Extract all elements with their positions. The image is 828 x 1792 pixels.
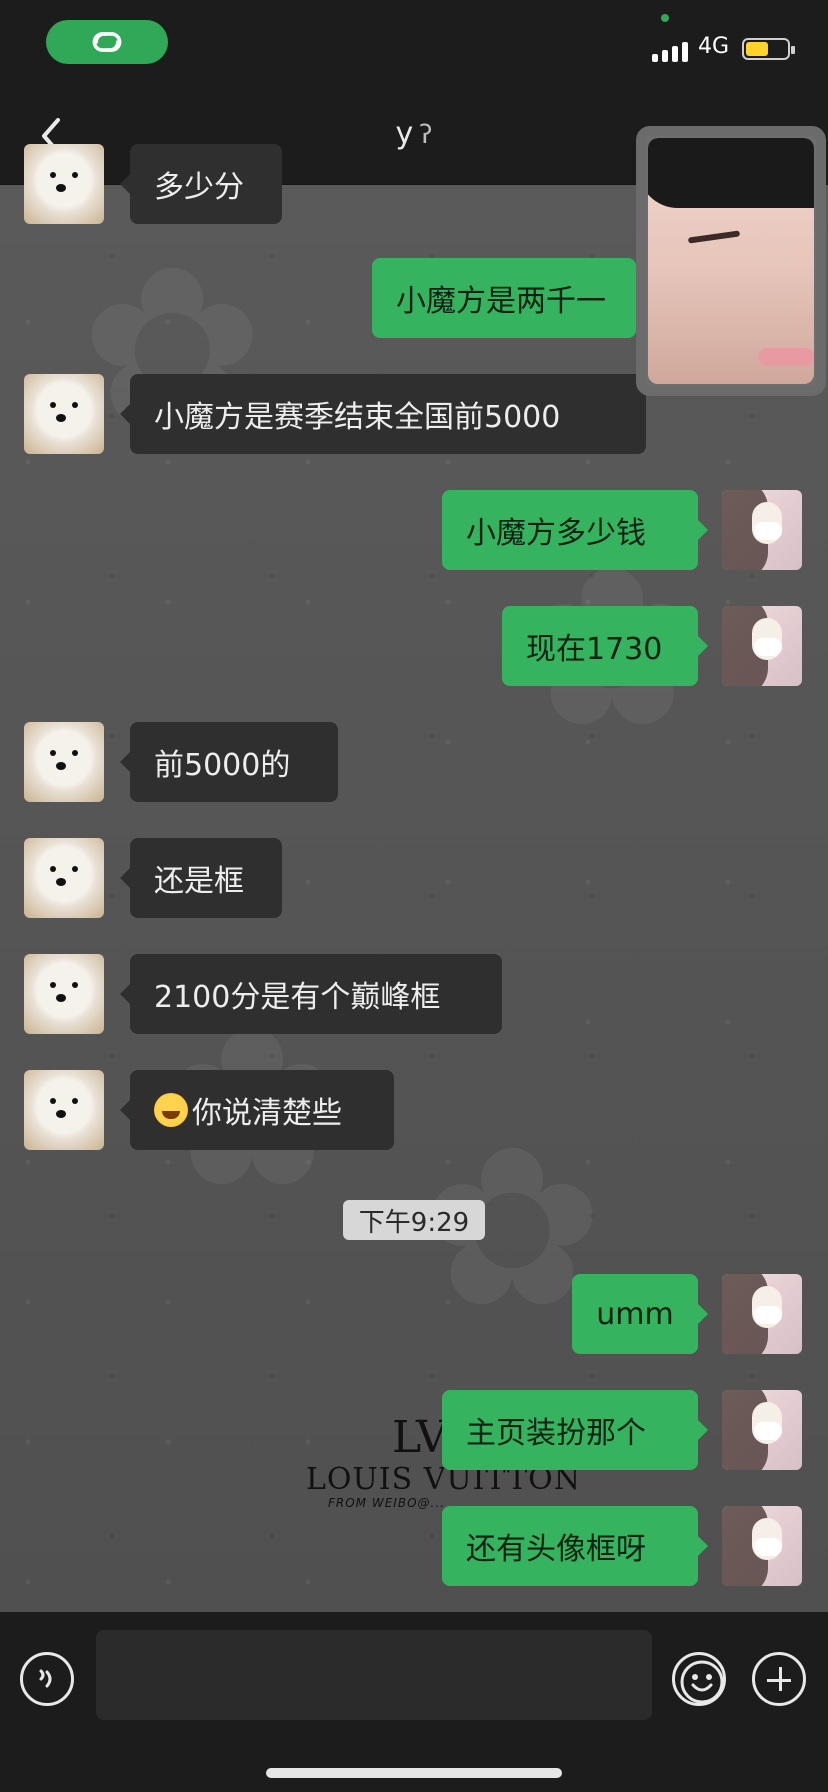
message-text: 小魔方是两千一 [396,284,606,319]
message-bubble-right[interactable]: 主页装扮那个 [442,1390,708,1470]
composer-bar [0,1612,828,1792]
my-avatar[interactable] [722,1390,802,1470]
lv-logo: LV [392,1412,448,1463]
message-text: 你说清楚些 [192,1096,342,1131]
message-text: 小魔方多少钱 [466,516,646,551]
message-bubble-left[interactable]: 多少分 [120,144,282,224]
message-text: 前5000的 [154,748,291,783]
timestamp-pill: 下午9:29 [343,1200,485,1240]
voice-icon [39,1669,52,1688]
message-input[interactable] [96,1630,652,1720]
my-avatar[interactable] [722,606,802,686]
message-bubble-left[interactable]: 你说清楚些 [120,1070,394,1150]
my-avatar[interactable] [722,490,802,570]
message-bubble-left[interactable]: 小魔方是赛季结束全国前5000 [120,374,646,454]
privacy-indicator-dot [661,14,669,22]
contact-avatar[interactable] [24,1070,104,1150]
message-text: 现在1730 [526,632,663,667]
my-avatar[interactable] [722,1506,802,1586]
contact-avatar[interactable] [24,374,104,454]
message-text: umm [596,1296,674,1332]
contact-avatar[interactable] [24,954,104,1034]
message-bubble-right[interactable]: 小魔方是两千一 [372,258,646,338]
watermark-subtext: FROM WEIBO@... [328,1496,445,1510]
status-bar: 4G [0,0,828,86]
message-bubble-left[interactable]: 前5000的 [120,722,338,802]
voice-input-button[interactable] [20,1652,74,1706]
timestamp-text: 下午9:29 [358,1207,470,1238]
laughing-crying-emoji-icon [154,1093,188,1127]
message-text: 多少分 [154,170,244,205]
contact-name: y [395,116,414,151]
message-text: 小魔方是赛季结束全国前5000 [154,400,561,435]
message-text: 主页装扮那个 [466,1416,646,1451]
video-feed [648,138,814,384]
cellular-signal-icon [652,38,692,62]
message-bubble-left[interactable]: 还是框 [120,838,282,918]
contact-avatar[interactable] [24,722,104,802]
contact-avatar[interactable] [24,838,104,918]
message-bubble-right[interactable]: 小魔方多少钱 [442,490,708,570]
message-text: 还有头像框呀 [466,1532,646,1567]
link-icon [92,32,122,52]
ear-icon: ʔ [419,120,433,150]
emoji-button[interactable] [672,1652,726,1706]
battery-icon [742,38,795,60]
contact-avatar[interactable] [24,144,104,224]
my-avatar[interactable] [722,1274,802,1354]
home-indicator[interactable] [266,1768,562,1778]
message-text: 2100分是有个巅峰框 [154,980,441,1015]
message-bubble-left[interactable]: 2100分是有个巅峰框 [120,954,502,1034]
more-actions-button[interactable] [752,1652,806,1706]
message-bubble-right[interactable]: umm [572,1274,708,1354]
call-indicator-pill[interactable] [46,20,168,64]
message-bubble-right[interactable]: 还有头像框呀 [442,1506,708,1586]
message-text: 还是框 [154,864,244,899]
video-call-preview[interactable] [636,126,826,396]
network-type: 4G [698,34,730,59]
message-bubble-right[interactable]: 现在1730 [502,606,708,686]
emoji-icon [680,1660,724,1704]
